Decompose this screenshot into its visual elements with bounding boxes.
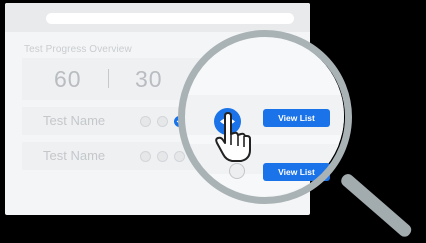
- step-status-icon: [140, 116, 151, 127]
- step-status-icon: [157, 151, 168, 162]
- test-name: Test Name: [43, 113, 106, 128]
- stat-value-1: 60: [54, 66, 82, 92]
- hand-cursor-icon: [215, 112, 251, 162]
- step-status-icon: [229, 163, 245, 179]
- address-bar[interactable]: [46, 13, 294, 24]
- test-name: Test Name: [43, 148, 106, 163]
- step-status-icon: [157, 116, 168, 127]
- magnifier-handle: [338, 171, 414, 240]
- view-list-button[interactable]: View List: [263, 109, 330, 127]
- view-list-button[interactable]: View List: [263, 163, 330, 181]
- browser-titlebar: [5, 3, 310, 32]
- stat-value-2: 30: [135, 66, 163, 92]
- section-title: Test Progress Overview: [24, 44, 132, 55]
- stat-divider: [108, 69, 109, 88]
- step-status-icon: [140, 151, 151, 162]
- tutorial-scene: Test Progress Overview 60 30 Test Name T…: [0, 0, 426, 243]
